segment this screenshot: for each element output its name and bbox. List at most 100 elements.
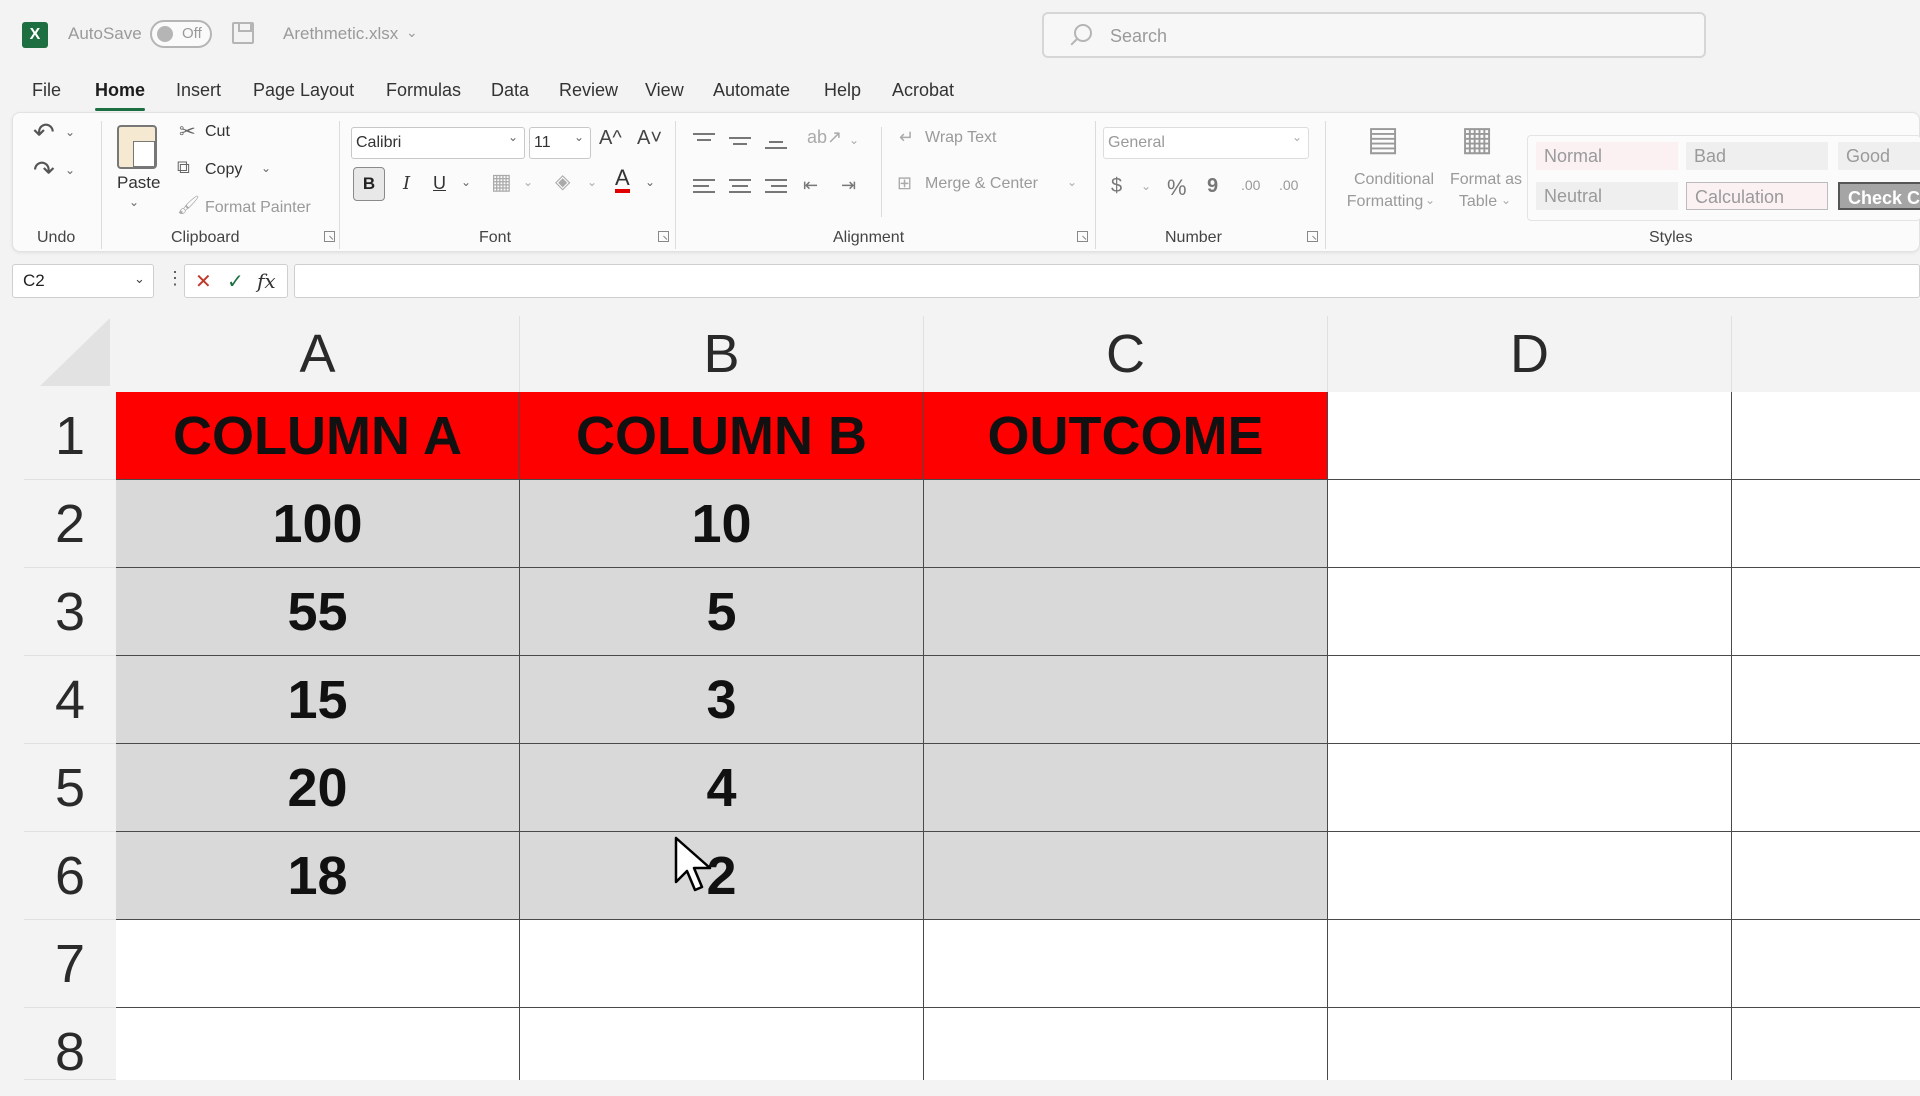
chevron-down-icon[interactable]: ⌄ <box>134 271 145 287</box>
name-box[interactable]: C2 <box>12 264 154 298</box>
cell-d6[interactable] <box>1328 832 1732 920</box>
grow-font-icon[interactable]: A^ <box>599 127 622 150</box>
column-header-b[interactable]: B <box>520 316 924 392</box>
cell-d3[interactable] <box>1328 568 1732 656</box>
tab-review[interactable]: Review <box>559 80 618 101</box>
tab-acrobat[interactable]: Acrobat <box>892 80 954 101</box>
cell-a5[interactable]: 20 <box>116 744 520 832</box>
cell-a7[interactable] <box>116 920 520 1008</box>
style-bad[interactable]: Bad <box>1686 142 1828 170</box>
cell-d4[interactable] <box>1328 656 1732 744</box>
cell-a1[interactable]: COLUMN A <box>116 392 520 480</box>
row-header-7[interactable]: 7 <box>24 920 116 1008</box>
chevron-down-icon[interactable]: ⌄ <box>1141 179 1151 193</box>
align-top-icon[interactable] <box>693 133 715 149</box>
cell-a3[interactable]: 55 <box>116 568 520 656</box>
cell-e1[interactable] <box>1732 392 1920 480</box>
chevron-down-icon[interactable]: ⌄ <box>1425 193 1435 207</box>
italic-button[interactable]: I <box>403 173 410 194</box>
cell-c1[interactable]: OUTCOME <box>924 392 1328 480</box>
style-normal[interactable]: Normal <box>1536 142 1678 170</box>
conditional-formatting-line1[interactable]: Conditional <box>1337 171 1451 189</box>
bold-button[interactable]: B <box>353 167 385 201</box>
cell-b1[interactable]: COLUMN B <box>520 392 924 480</box>
align-bottom-icon[interactable] <box>765 133 787 151</box>
row-header-8[interactable]: 8 <box>24 1008 116 1082</box>
cell-c2[interactable] <box>924 480 1328 568</box>
align-right-icon[interactable] <box>765 179 787 197</box>
align-left-icon[interactable] <box>693 179 715 197</box>
cell-d7[interactable] <box>1328 920 1732 1008</box>
font-name-dropdown[interactable]: Calibri ⌄ <box>351 127 525 159</box>
font-size-dropdown[interactable]: 11 ⌄ <box>529 127 591 159</box>
cell-e8[interactable] <box>1732 1008 1920 1080</box>
clipboard-launcher-icon[interactable] <box>324 231 335 242</box>
align-middle-icon[interactable] <box>729 133 751 149</box>
file-name[interactable]: Arethmetic.xlsx <box>283 24 398 44</box>
tab-view[interactable]: View <box>645 80 684 101</box>
cell-b8[interactable] <box>520 1008 924 1080</box>
chevron-down-icon[interactable]: ⌄ <box>129 195 139 209</box>
cell-d8[interactable] <box>1328 1008 1732 1080</box>
cell-d5[interactable] <box>1328 744 1732 832</box>
cell-c4[interactable] <box>924 656 1328 744</box>
wrap-text-button[interactable]: Wrap Text <box>925 129 996 147</box>
tab-help[interactable]: Help <box>824 80 861 101</box>
chevron-down-icon[interactable]: ⌄ <box>1067 175 1077 189</box>
row-header-1[interactable]: 1 <box>24 392 116 480</box>
cell-d1[interactable] <box>1328 392 1732 480</box>
autosave-toggle[interactable]: Off <box>150 20 212 48</box>
save-icon[interactable] <box>232 22 254 44</box>
number-launcher-icon[interactable] <box>1307 231 1318 242</box>
chevron-down-icon[interactable]: ⌄ <box>406 24 418 41</box>
cell-c3[interactable] <box>924 568 1328 656</box>
paste-button[interactable]: Paste <box>117 173 160 193</box>
more-options-icon[interactable]: ⋮ <box>166 268 184 289</box>
format-as-table-line2[interactable]: Table <box>1453 193 1503 211</box>
style-calculation[interactable]: Calculation <box>1686 182 1828 210</box>
chevron-down-icon[interactable]: ⌄ <box>645 175 655 189</box>
cell-b5[interactable]: 4 <box>520 744 924 832</box>
cell-e5[interactable] <box>1732 744 1920 832</box>
cell-c5[interactable] <box>924 744 1328 832</box>
cell-b4[interactable]: 3 <box>520 656 924 744</box>
conditional-formatting-line2[interactable]: Formatting <box>1337 193 1433 211</box>
cell-c8[interactable] <box>924 1008 1328 1080</box>
tab-data[interactable]: Data <box>491 80 529 101</box>
tab-file[interactable]: File <box>32 80 61 101</box>
cell-b3[interactable]: 5 <box>520 568 924 656</box>
style-good[interactable]: Good <box>1838 142 1920 170</box>
row-header-4[interactable]: 4 <box>24 656 116 744</box>
column-header-a[interactable]: A <box>116 316 520 392</box>
formula-input[interactable] <box>294 264 1920 298</box>
insert-function-icon[interactable]: fx <box>257 269 276 293</box>
cut-button[interactable]: Cut <box>205 123 230 141</box>
align-center-icon[interactable] <box>729 179 751 197</box>
cell-a2[interactable]: 100 <box>116 480 520 568</box>
format-painter-button[interactable]: Format Painter <box>205 199 311 217</box>
cancel-icon[interactable]: ✕ <box>195 269 212 294</box>
number-format-dropdown[interactable]: General ⌄ <box>1103 127 1309 159</box>
cell-a4[interactable]: 15 <box>116 656 520 744</box>
percent-icon[interactable]: % <box>1167 175 1187 201</box>
style-neutral[interactable]: Neutral <box>1536 182 1678 210</box>
cell-b7[interactable] <box>520 920 924 1008</box>
chevron-down-icon[interactable]: ⌄ <box>65 163 75 177</box>
select-all-corner[interactable] <box>24 316 116 392</box>
chevron-down-icon[interactable]: ⌄ <box>587 175 597 189</box>
comma-style-icon[interactable]: 9 <box>1207 175 1218 198</box>
tab-automate[interactable]: Automate <box>713 80 790 101</box>
row-header-3[interactable]: 3 <box>24 568 116 656</box>
orientation-icon[interactable]: ab↗ <box>807 127 842 148</box>
cell-d2[interactable] <box>1328 480 1732 568</box>
enter-icon[interactable]: ✓ <box>227 269 244 294</box>
redo-icon[interactable]: ↷ <box>33 155 55 186</box>
style-check-cell[interactable]: Check Ce <box>1838 182 1920 210</box>
decrease-indent-icon[interactable]: ⇤ <box>803 175 818 196</box>
tab-page-layout[interactable]: Page Layout <box>253 80 354 101</box>
row-header-2[interactable]: 2 <box>24 480 116 568</box>
cell-e7[interactable] <box>1732 920 1920 1008</box>
chevron-down-icon[interactable]: ⌄ <box>65 125 75 139</box>
borders-icon[interactable]: ▦ <box>491 169 512 195</box>
merge-center-button[interactable]: Merge & Center <box>925 175 1038 193</box>
